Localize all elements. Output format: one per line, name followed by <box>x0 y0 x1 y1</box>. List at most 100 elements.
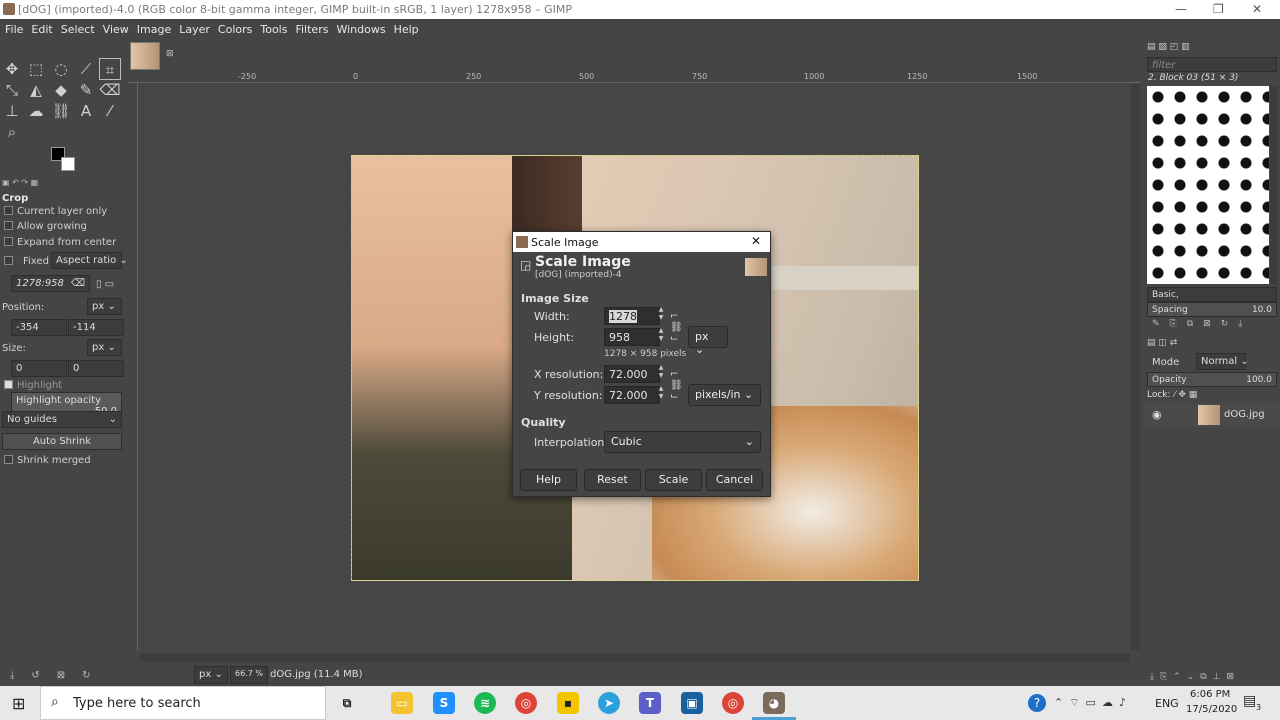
clock-date[interactable]: 17/5/2020 <box>1186 704 1237 715</box>
fixed-mode-select[interactable]: Aspect ratio ⌄ <box>51 252 128 269</box>
notifications-icon[interactable]: ▤ <box>1243 693 1256 709</box>
layer-row[interactable]: ◉ dOG.jpg <box>1144 403 1280 427</box>
telegram-icon[interactable]: ➤ <box>598 692 620 714</box>
gimp-taskbar-icon[interactable]: ◕ <box>763 692 785 714</box>
lasso-tool-icon[interactable]: ◌ <box>50 58 72 80</box>
resolution-chain-icon[interactable]: ⌐ ⛓ ⌙ <box>670 369 683 402</box>
size-unit-dropdown[interactable]: px ⌄ <box>688 326 728 356</box>
chrome-icon[interactable]: ◎ <box>515 692 537 714</box>
taskbar-search-box[interactable]: ⌕ Type here to search <box>40 686 326 720</box>
zoom-select[interactable]: 66.7 % <box>230 666 268 684</box>
size-unit-select[interactable]: px ⌄ <box>87 339 122 356</box>
close-button[interactable]: ✕ <box>1252 2 1262 16</box>
position-x-input[interactable]: -354 <box>11 319 67 336</box>
shrink-merged-checkbox[interactable]: Shrink merged <box>0 455 91 466</box>
position-unit-select[interactable]: px ⌄ <box>87 298 122 315</box>
position-y-input[interactable]: -114 <box>68 319 124 336</box>
image-tab-thumbnail[interactable] <box>130 42 160 70</box>
system-tray-icons[interactable]: ⌃⌔▭☁♪ <box>1054 696 1132 710</box>
x-resolution-spinner[interactable]: ▲ ▼ <box>657 364 665 380</box>
width-spinner[interactable]: ▲ ▼ <box>657 306 665 322</box>
background-color-swatch[interactable] <box>61 157 75 171</box>
chrome-icon-2[interactable]: ◎ <box>722 692 744 714</box>
menu-filters[interactable]: Filters <box>291 23 332 36</box>
crop-tool-icon[interactable]: ⌗ <box>99 58 121 80</box>
menu-windows[interactable]: Windows <box>332 23 389 36</box>
teams-icon[interactable]: T <box>639 692 661 714</box>
task-view-icon[interactable]: ⧉ <box>336 692 358 714</box>
brush-filter-input[interactable]: filter <box>1147 57 1277 72</box>
spacing-slider[interactable]: Spacing 10.0 <box>1147 302 1277 317</box>
file-explorer-icon[interactable]: ▭ <box>391 692 413 714</box>
menu-image[interactable]: Image <box>133 23 175 36</box>
menu-layer[interactable]: Layer <box>175 23 214 36</box>
spotify-icon[interactable]: ≋ <box>474 692 496 714</box>
menu-view[interactable]: View <box>99 23 133 36</box>
fuzzy-select-tool-icon[interactable]: ⟋ <box>75 58 97 80</box>
allow-growing-checkbox[interactable]: Allow growing <box>0 221 87 232</box>
x-resolution-input[interactable]: 72.000 <box>604 365 660 383</box>
preset-select[interactable]: Basic, <box>1147 287 1277 302</box>
size-h-input[interactable]: 0 <box>68 360 124 377</box>
clear-icon[interactable]: ⌫ <box>71 278 85 289</box>
menu-help[interactable]: Help <box>390 23 423 36</box>
fixed-checkbox[interactable]: Fixed <box>0 256 49 267</box>
smudge-tool-icon[interactable]: ☁ <box>25 100 47 122</box>
menu-colors[interactable]: Colors <box>214 23 256 36</box>
lock-icons[interactable]: ⁄ ✥ ▦ <box>1174 390 1197 400</box>
paintbrush-tool-icon[interactable]: ✎ <box>75 79 97 101</box>
y-resolution-input[interactable]: 72.000 <box>604 386 660 404</box>
paths-tool-icon[interactable]: ⛓ <box>50 100 72 122</box>
sticky-notes-icon[interactable]: ▪ <box>557 692 579 714</box>
brush-grid[interactable] <box>1147 86 1269 284</box>
eraser-tool-icon[interactable]: ⌫ <box>99 79 121 101</box>
chain-link-icon[interactable]: ⌐ ⛓ ⌙ <box>670 311 683 344</box>
zoom-tool-icon[interactable]: ⌕ <box>1 121 23 143</box>
guides-select[interactable]: No guides ⌄ <box>2 411 122 428</box>
windows-start-icon[interactable]: ⊞ <box>12 694 25 713</box>
scale-button[interactable]: Scale <box>645 469 702 491</box>
unit-select[interactable]: px ⌄ <box>194 666 228 684</box>
skype-icon[interactable]: S <box>433 692 455 714</box>
height-input[interactable]: 958 <box>604 328 660 346</box>
help-tray-icon[interactable]: ? <box>1028 694 1046 712</box>
highlight-checkbox[interactable]: Highlight <box>0 380 62 391</box>
color-picker-tool-icon[interactable]: ⁄ <box>99 100 121 122</box>
maximize-button[interactable]: ❐ <box>1213 2 1224 16</box>
text-tool-icon[interactable]: A <box>75 100 97 122</box>
horizontal-scrollbar[interactable] <box>140 653 1130 662</box>
expand-from-center-checkbox[interactable]: Expand from center <box>0 237 116 248</box>
y-resolution-spinner[interactable]: ▲ ▼ <box>657 385 665 401</box>
app-icon-square[interactable]: ▣ <box>681 692 703 714</box>
language-indicator[interactable]: ENG <box>1155 697 1179 710</box>
resolution-unit-dropdown[interactable]: pixels/in ⌄ <box>688 384 761 406</box>
interpolation-dropdown[interactable]: Cubic ⌄ <box>604 431 761 453</box>
brush-grid-scrollbar[interactable] <box>1270 86 1278 284</box>
menu-edit[interactable]: Edit <box>27 23 56 36</box>
size-w-input[interactable]: 0 <box>11 360 67 377</box>
clone-tool-icon[interactable]: ⊥ <box>1 100 23 122</box>
help-button[interactable]: Help <box>520 469 577 491</box>
opacity-slider[interactable]: Opacity 100.0 <box>1147 372 1277 387</box>
move-tool-icon[interactable]: ✥ <box>1 58 23 80</box>
auto-shrink-button[interactable]: Auto Shrink <box>2 433 122 450</box>
eye-icon[interactable]: ◉ <box>1152 408 1162 421</box>
minimize-button[interactable]: — <box>1175 2 1187 16</box>
mode-select[interactable]: Normal ⌄ <box>1196 353 1249 370</box>
ratio-portrait-icon[interactable]: ▯ ▭ <box>96 279 114 290</box>
warp-tool-icon[interactable]: ◭ <box>25 79 47 101</box>
height-spinner[interactable]: ▲ ▼ <box>657 327 665 343</box>
vertical-scrollbar[interactable] <box>1131 84 1140 650</box>
bucket-fill-tool-icon[interactable]: ◆ <box>50 79 72 101</box>
close-tab-icon[interactable]: ⊠ <box>166 49 174 59</box>
rect-select-tool-icon[interactable]: ⬚ <box>25 58 47 80</box>
menu-select[interactable]: Select <box>57 23 99 36</box>
dialog-close-icon[interactable]: ✕ <box>751 234 761 248</box>
menu-tools[interactable]: Tools <box>256 23 291 36</box>
reset-button[interactable]: Reset <box>584 469 641 491</box>
clock-time[interactable]: 6:06 PM <box>1190 689 1230 700</box>
current-layer-only-checkbox[interactable]: Current layer only <box>0 206 107 217</box>
transform-tool-icon[interactable]: ⤡ <box>1 79 23 101</box>
ratio-input[interactable]: 1278:958 ⌫ <box>11 275 90 292</box>
menu-file[interactable]: File <box>1 23 27 36</box>
